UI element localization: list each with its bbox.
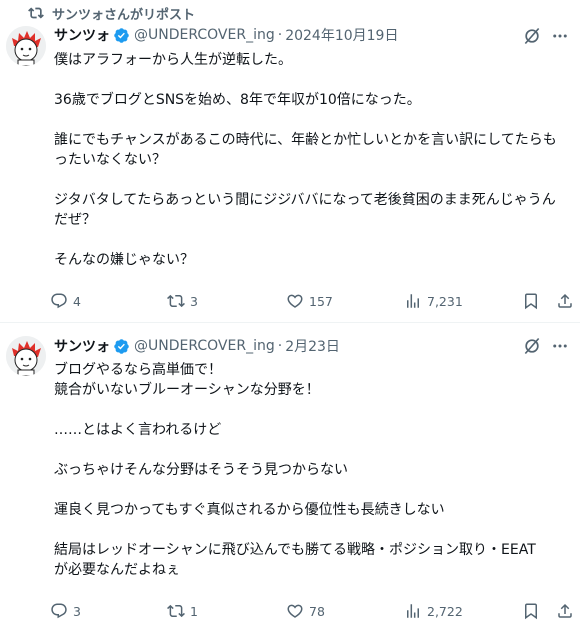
repost-count: 3 (190, 293, 198, 309)
tweet-text: ブログやるなら高単価で！ 競合がいないブルーオーシャンな分野を！ ……とはよく言… (54, 362, 536, 578)
views-icon (407, 604, 419, 618)
reply-button[interactable]: 3 (50, 602, 81, 620)
display-name[interactable]: サンツォ (54, 336, 110, 356)
reply-button[interactable]: 4 (50, 292, 81, 310)
like-button[interactable]: 78 (286, 602, 325, 620)
tweet-divider (0, 322, 580, 323)
user-handle[interactable]: @UNDERCOVER_ing (134, 27, 275, 43)
repost-indicator[interactable]: サンツォさんがリポスト (28, 3, 195, 23)
repost-icon (28, 7, 44, 19)
view-count: 7,231 (427, 293, 463, 309)
avatar[interactable] (6, 336, 46, 376)
view-count: 2,722 (427, 603, 463, 619)
heart-icon (287, 294, 303, 308)
tweet-actions: 3 1 78 2,722 (50, 602, 572, 622)
separator-dot: · (277, 338, 283, 354)
reply-count: 3 (73, 603, 81, 619)
user-handle[interactable]: @UNDERCOVER_ing (134, 338, 275, 354)
grok-icon (524, 27, 540, 45)
tweet-date[interactable]: 2024年10月19日 (285, 25, 398, 45)
reply-icon (51, 293, 67, 309)
more-icon (553, 344, 567, 348)
separator-dot: · (277, 27, 283, 43)
tweet-header: サンツォ @UNDERCOVER_ing · 2024年10月19日 (54, 25, 398, 45)
more-options-button[interactable] (550, 336, 570, 356)
views-icon (407, 294, 419, 308)
tweet-header: サンツォ @UNDERCOVER_ing · 2月23日 (54, 336, 340, 356)
bookmark-icon (525, 603, 537, 620)
verified-badge-icon (114, 27, 129, 43)
repost-icon (167, 604, 185, 618)
repost-button[interactable]: 1 (167, 602, 198, 620)
like-count: 78 (309, 603, 325, 619)
repost-icon (167, 294, 185, 308)
reply-count: 4 (73, 293, 81, 309)
views-button[interactable]: 7,231 (404, 292, 463, 310)
avatar-illustration (6, 336, 46, 376)
tweet-actions: 4 3 157 7,231 (50, 292, 572, 312)
bookmark-button[interactable] (522, 292, 540, 310)
more-icon (553, 34, 567, 38)
tweet-text: 僕はアラフォーから人生が逆転した。 36歳でブログとSNSを始め、8年で年収が1… (54, 52, 557, 268)
bookmark-icon (525, 293, 537, 310)
share-icon (558, 293, 572, 308)
more-options-button[interactable] (550, 26, 570, 46)
verified-badge-icon (114, 338, 129, 354)
avatar-illustration (6, 26, 46, 66)
repost-count: 1 (190, 603, 198, 619)
grok-button[interactable] (522, 336, 542, 356)
grok-button[interactable] (522, 26, 542, 46)
share-button[interactable] (556, 292, 574, 310)
grok-icon (524, 337, 540, 355)
tweet-date[interactable]: 2月23日 (285, 336, 340, 356)
like-button[interactable]: 157 (286, 292, 333, 310)
repost-label: サンツォさんがリポスト (52, 7, 196, 23)
views-button[interactable]: 2,722 (404, 602, 463, 620)
share-icon (558, 603, 572, 618)
repost-button[interactable]: 3 (167, 292, 198, 310)
display-name[interactable]: サンツォ (54, 25, 110, 45)
like-count: 157 (309, 293, 333, 309)
avatar[interactable] (6, 26, 46, 66)
heart-icon (287, 604, 303, 618)
reply-icon (51, 603, 67, 619)
share-button[interactable] (556, 602, 574, 620)
bookmark-button[interactable] (522, 602, 540, 620)
